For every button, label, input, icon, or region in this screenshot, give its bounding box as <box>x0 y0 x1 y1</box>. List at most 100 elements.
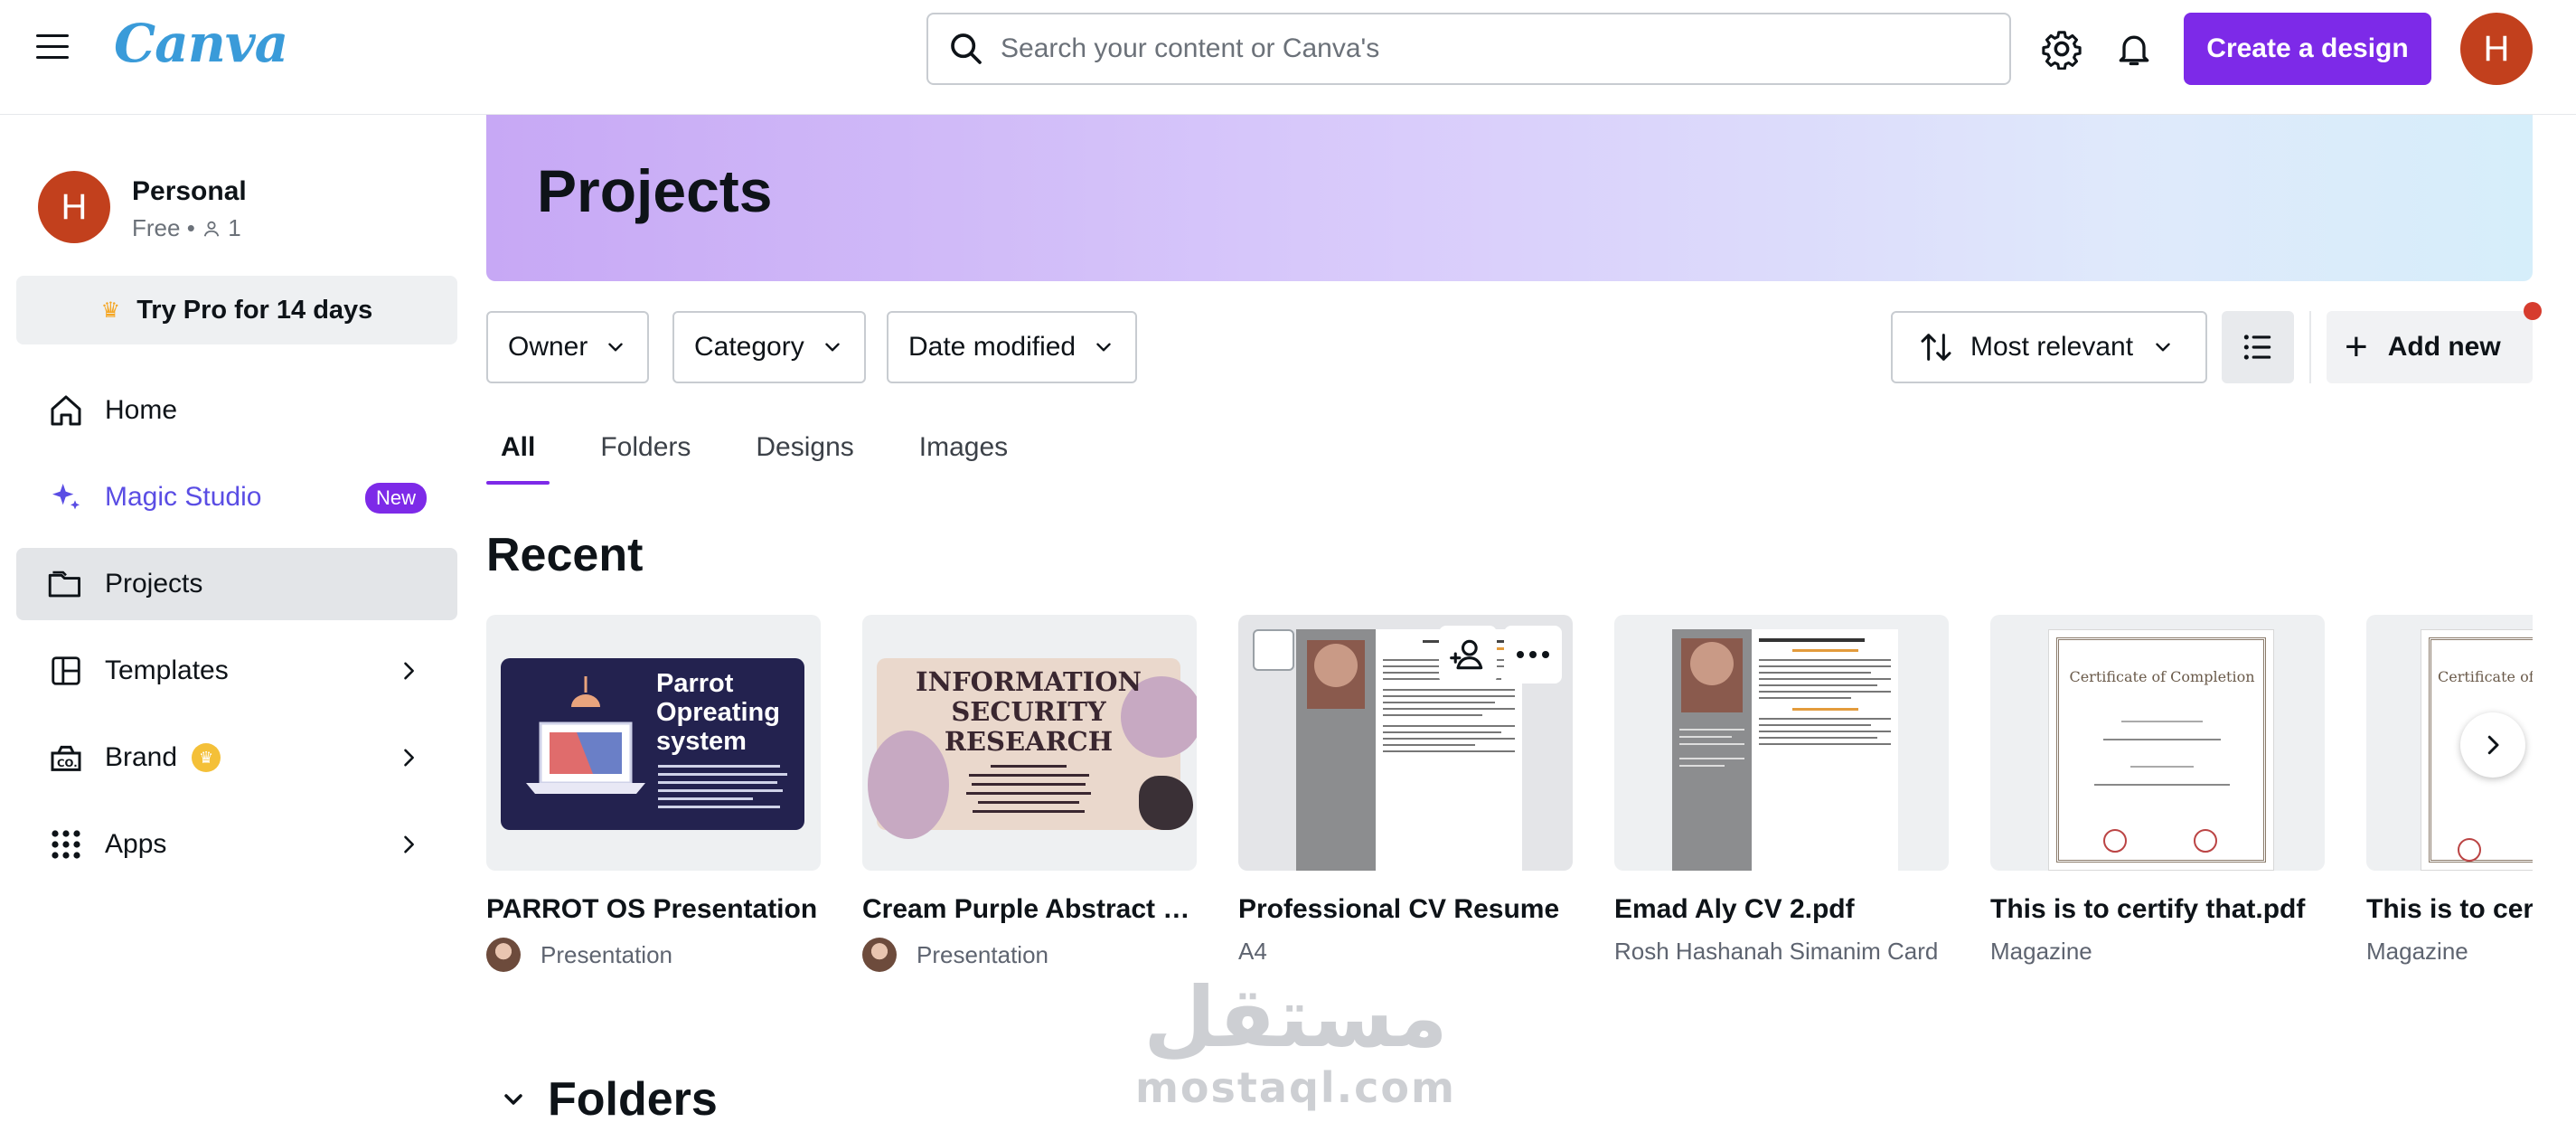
design-thumbnail <box>1238 615 1573 871</box>
create-design-button[interactable]: Create a design <box>2184 13 2431 85</box>
member-count: 1 <box>228 214 241 241</box>
recent-heading: Recent <box>486 529 644 581</box>
sort-dropdown[interactable]: Most relevant <box>1891 311 2207 383</box>
card-type: Magazine <box>1990 938 2092 965</box>
home-icon <box>47 391 85 429</box>
tab-designs[interactable]: Designs <box>741 425 868 485</box>
filter-category[interactable]: Category <box>672 311 866 383</box>
design-card[interactable]: Parrot Opreating system PARROT OS Presen… <box>486 615 821 972</box>
watermark-latin: mostaql.com <box>1135 1063 1456 1112</box>
filter-date-modified[interactable]: Date modified <box>887 311 1138 383</box>
filter-label: Category <box>694 332 804 362</box>
canva-logo[interactable]: Canva <box>114 13 288 74</box>
card-title: This is to certify that.pdf <box>2366 894 2533 924</box>
account-avatar: H <box>38 171 110 243</box>
chevron-right-icon <box>404 662 414 680</box>
design-card[interactable]: Emad Aly CV 2.pdf Rosh Hashanah Simanim … <box>1614 615 1949 966</box>
add-new-label: Add new <box>2387 332 2501 362</box>
apps-grid-icon <box>47 825 85 863</box>
search-bar[interactable] <box>926 13 2011 85</box>
design-thumbnail: Certificate of Completion <box>1990 615 2325 871</box>
design-card[interactable]: INFORMATION SECURITY RESEARCH Cream Purp… <box>862 615 1197 972</box>
plus-icon: + <box>2345 325 2368 369</box>
folders-section-toggle[interactable]: Folders <box>499 1072 718 1127</box>
card-title: Professional CV Resume <box>1238 894 1560 924</box>
content-tabs: All Folders Designs Images <box>486 425 1058 485</box>
chevron-down-icon <box>825 343 840 352</box>
projects-banner: Projects <box>486 115 2533 281</box>
sidebar: H Personal Free • 1 ♛ Try Pro for 14 day… <box>0 115 470 1141</box>
design-card[interactable]: Certificate of Completion This is to cer… <box>1990 615 2325 966</box>
chevron-down-icon <box>1096 343 1111 352</box>
sidebar-item-label: Brand <box>105 742 178 772</box>
account-name: Personal <box>132 176 247 206</box>
notifications-bell-icon[interactable] <box>2109 24 2159 74</box>
card-type: Presentation <box>917 940 1048 968</box>
add-new-button[interactable]: + Add new <box>2327 311 2533 383</box>
tab-folders[interactable]: Folders <box>586 425 705 485</box>
settings-gear-icon[interactable] <box>2036 24 2087 74</box>
sidebar-item-templates[interactable]: Templates <box>16 635 457 707</box>
menu-icon[interactable] <box>36 34 69 61</box>
filter-owner[interactable]: Owner <box>486 311 650 383</box>
sidebar-item-apps[interactable]: Apps <box>16 808 457 881</box>
new-badge: New <box>364 483 427 514</box>
certificate-title: Certificate of Completion <box>2069 668 2255 685</box>
card-type: Rosh Hashanah Simanim Card <box>1614 938 1939 965</box>
templates-icon <box>47 652 85 690</box>
folder-icon <box>47 565 85 603</box>
slide-body-text <box>658 765 794 808</box>
more-options-icon[interactable] <box>1504 626 1562 684</box>
slide-title: INFORMATION SECURITY RESEARCH <box>916 666 1142 757</box>
search-input[interactable] <box>1001 33 1995 64</box>
page-title: Projects <box>537 157 773 224</box>
watermark: مستقل mostaql.com <box>1135 969 1456 1113</box>
card-title: Emad Aly CV 2.pdf <box>1614 894 1855 924</box>
chevron-down-icon <box>2156 343 2170 352</box>
chevron-down-icon <box>608 343 624 352</box>
try-pro-button[interactable]: ♛ Try Pro for 14 days <box>16 276 457 344</box>
account-plan: Free • 1 <box>132 214 247 242</box>
owner-avatar <box>486 938 521 972</box>
owner-avatar <box>862 938 897 972</box>
user-avatar[interactable]: H <box>2460 13 2533 85</box>
cv-page <box>1672 629 1898 871</box>
account-switcher[interactable]: H Personal Free • 1 <box>38 171 247 243</box>
design-thumbnail: Parrot Opreating system <box>486 615 821 871</box>
sidebar-item-brand[interactable]: CO. Brand ♛ <box>16 721 457 794</box>
sidebar-item-label: Apps <box>105 829 167 859</box>
sidebar-item-projects[interactable]: Projects <box>16 548 457 620</box>
design-card[interactable]: Professional CV Resume A4 <box>1238 615 1573 966</box>
design-thumbnail <box>1614 615 1949 871</box>
share-people-icon[interactable] <box>1439 626 1497 684</box>
try-pro-label: Try Pro for 14 days <box>136 295 373 325</box>
card-type: Presentation <box>541 940 672 968</box>
card-title: PARROT OS Presentation <box>486 894 818 924</box>
select-checkbox[interactable] <box>1253 629 1294 671</box>
sidebar-item-magic-studio[interactable]: Magic Studio New <box>16 461 457 533</box>
sidebar-item-home[interactable]: Home <box>16 374 457 447</box>
card-subtitle: Presentation <box>862 938 1197 972</box>
svg-text:CO.: CO. <box>57 757 78 769</box>
sidebar-item-label: Projects <box>105 569 203 599</box>
chevron-right-icon <box>404 749 414 767</box>
chevron-right-icon <box>404 835 414 853</box>
list-view-icon <box>2243 335 2271 360</box>
brand-icon: CO. <box>47 739 85 777</box>
sidebar-item-label: Magic Studio <box>105 482 262 512</box>
slide-body-text <box>965 765 1092 813</box>
folders-heading: Folders <box>548 1073 718 1126</box>
design-thumbnail: INFORMATION SECURITY RESEARCH <box>862 615 1197 871</box>
chevron-down-icon <box>504 1094 522 1105</box>
watermark-arabic: مستقل <box>1143 969 1448 1066</box>
slide-title: Parrot Opreating system <box>656 669 780 756</box>
notification-dot <box>2524 302 2542 320</box>
sidebar-item-label: Templates <box>105 655 229 685</box>
list-view-toggle[interactable] <box>2222 311 2294 383</box>
carousel-next-button[interactable] <box>2460 712 2525 778</box>
top-bar: Canva Create a design H <box>0 0 2576 115</box>
tab-images[interactable]: Images <box>905 425 1022 485</box>
tab-all[interactable]: All <box>486 425 550 485</box>
certificate-title: Certificate of <box>2438 668 2533 685</box>
design-card[interactable]: Certificate of This is to certify that.p… <box>2366 615 2533 966</box>
